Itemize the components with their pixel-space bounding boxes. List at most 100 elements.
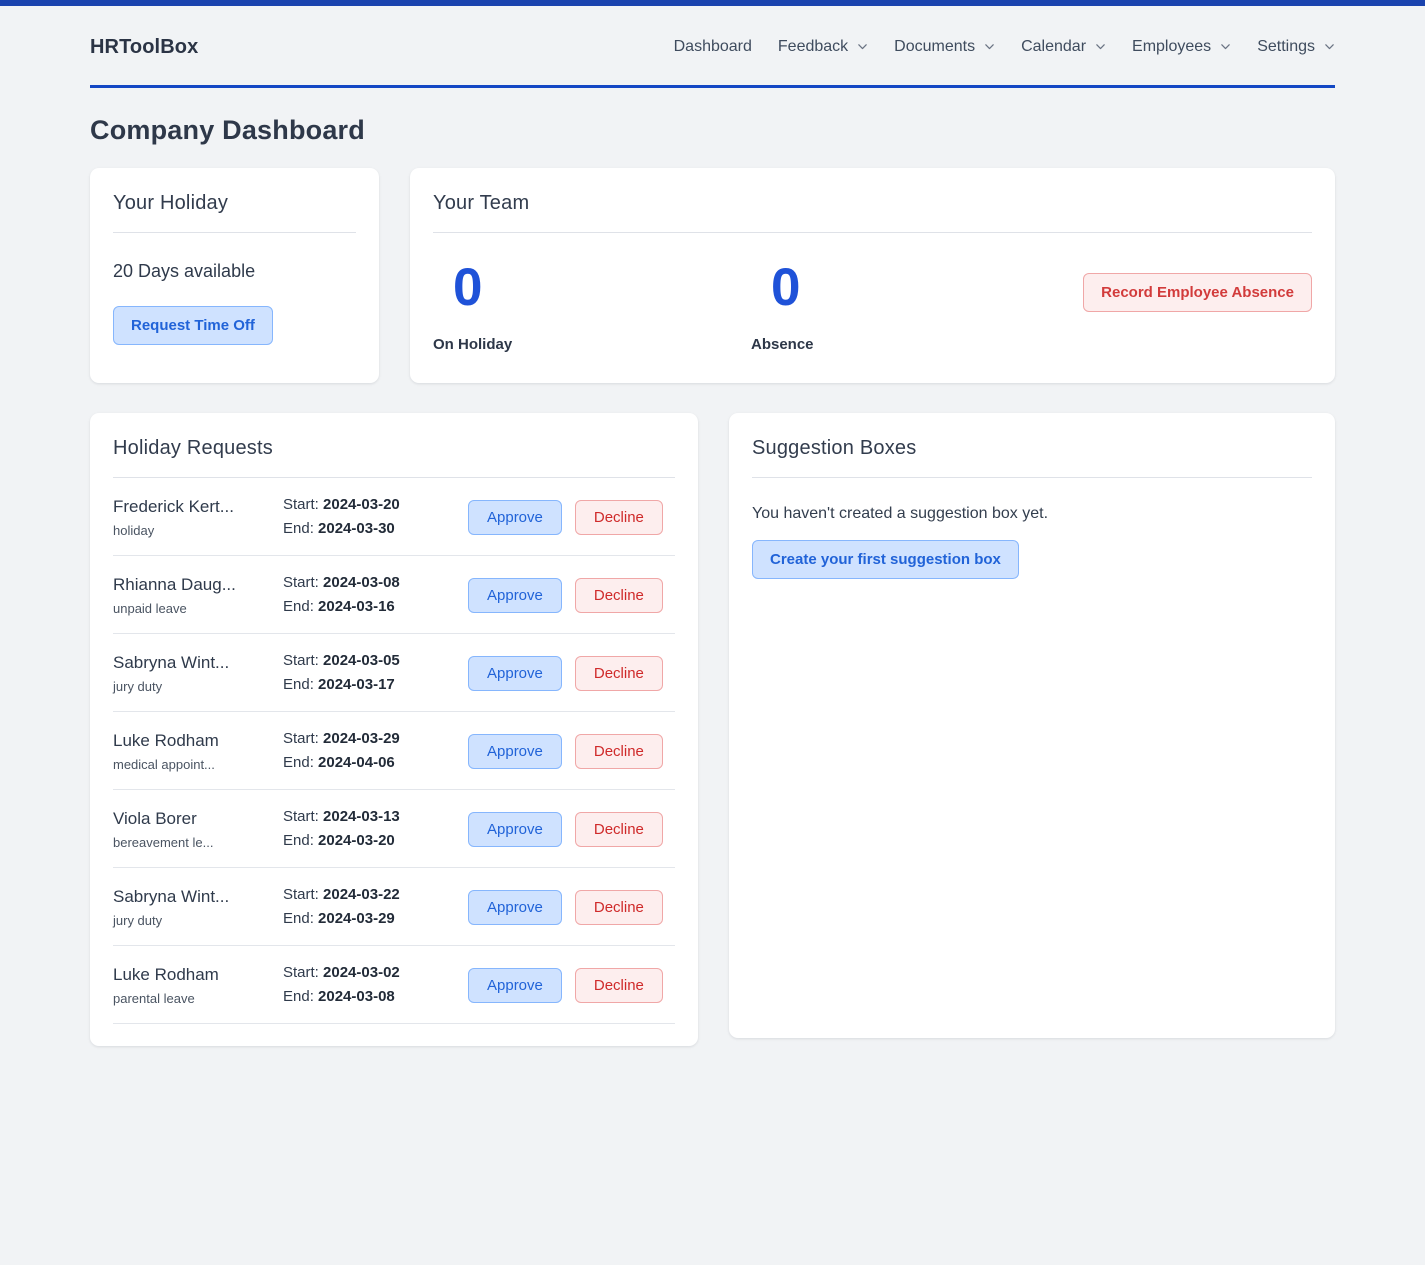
start-label: Start: bbox=[283, 730, 319, 747]
holiday-requests-card: Holiday Requests Frederick Kert... holida… bbox=[90, 413, 698, 1046]
start-value: 2024-03-13 bbox=[323, 808, 400, 825]
divider bbox=[433, 232, 1312, 233]
stat-absence-label: Absence bbox=[751, 336, 814, 353]
page-title: Company Dashboard bbox=[90, 115, 365, 145]
request-employee-name: Rhianna Daug... bbox=[113, 575, 236, 595]
request-leave-type: jury duty bbox=[113, 678, 163, 694]
request-employee-name: Sabryna Wint... bbox=[113, 653, 230, 673]
end-value: 2024-03-20 bbox=[318, 832, 395, 849]
request-actions: Approve Decline bbox=[468, 733, 663, 769]
start-value: 2024-03-20 bbox=[323, 496, 400, 513]
request-start-date: Start: 2024-03-22 bbox=[283, 883, 458, 907]
approve-button[interactable]: Approve bbox=[468, 499, 562, 535]
holiday-request-row: Frederick Kert... holiday Start: 2024-03-2… bbox=[113, 478, 675, 556]
request-person: Sabryna Wint... jury duty bbox=[113, 652, 283, 694]
request-end-date: End: 2024-03-16 bbox=[283, 595, 458, 619]
stat-absence-value: 0 bbox=[771, 258, 801, 317]
end-value: 2024-03-29 bbox=[318, 910, 395, 927]
chevron-down-icon bbox=[1220, 41, 1231, 52]
request-leave-type: parental leave bbox=[113, 990, 195, 1006]
request-actions: Approve Decline bbox=[468, 655, 663, 691]
start-value: 2024-03-02 bbox=[323, 964, 400, 981]
nav-item-dashboard[interactable]: Dashboard bbox=[674, 38, 752, 56]
start-value: 2024-03-08 bbox=[323, 574, 400, 591]
request-dates: Start: 2024-03-29 End: 2024-04-06 bbox=[283, 727, 458, 775]
your-team-card: Your Team 0 On Holiday 0 Absence Record … bbox=[410, 168, 1335, 383]
end-label: End: bbox=[283, 910, 314, 927]
request-employee-name: Luke Rodham bbox=[113, 731, 219, 751]
decline-button[interactable]: Decline bbox=[574, 499, 663, 535]
request-start-date: Start: 2024-03-05 bbox=[283, 649, 458, 673]
holiday-request-row: Rhianna Daug... unpaid leave Start: 2024-0… bbox=[113, 556, 675, 634]
approve-button[interactable]: Approve bbox=[468, 811, 562, 847]
request-dates: Start: 2024-03-02 End: 2024-03-08 bbox=[283, 961, 458, 1009]
chevron-down-icon bbox=[857, 41, 868, 52]
holiday-request-row: Luke Rodham medical appoint... Start: 2024… bbox=[113, 712, 675, 790]
nav-item-label: Calendar bbox=[1021, 38, 1087, 55]
request-actions: Approve Decline bbox=[468, 889, 663, 925]
end-label: End: bbox=[283, 520, 314, 537]
decline-button[interactable]: Decline bbox=[574, 889, 663, 925]
nav-item-label: Employees bbox=[1132, 38, 1212, 55]
request-time-off-button[interactable]: Request Time Off bbox=[113, 306, 273, 345]
request-leave-type: unpaid leave bbox=[113, 600, 187, 616]
request-leave-type: jury duty bbox=[113, 912, 163, 928]
start-label: Start: bbox=[283, 808, 319, 825]
decline-button[interactable]: Decline bbox=[574, 811, 663, 847]
create-suggestion-box-button[interactable]: Create your first suggestion box bbox=[752, 540, 1019, 579]
main-navigation: Dashboard Feedback Documents Calendar Employ… bbox=[674, 38, 1335, 56]
request-person: Frederick Kert... holiday bbox=[113, 496, 283, 538]
request-person: Luke Rodham medical appoint... bbox=[113, 730, 283, 772]
request-dates: Start: 2024-03-13 End: 2024-03-20 bbox=[283, 805, 458, 853]
request-person: Luke Rodham parental leave bbox=[113, 964, 283, 1006]
holiday-requests-title: Holiday Requests bbox=[113, 437, 273, 459]
nav-item-employees[interactable]: Employees bbox=[1132, 38, 1231, 56]
end-label: End: bbox=[283, 676, 314, 693]
request-actions: Approve Decline bbox=[468, 577, 663, 613]
stat-absence: 0 Absence bbox=[751, 261, 1069, 353]
brand-logo[interactable]: HRToolBox bbox=[90, 36, 198, 59]
request-person: Sabryna Wint... jury duty bbox=[113, 886, 283, 928]
record-employee-absence-button[interactable]: Record Employee Absence bbox=[1083, 273, 1312, 312]
suggestion-boxes-card: Suggestion Boxes You haven't created a s… bbox=[729, 413, 1335, 1038]
chevron-down-icon bbox=[1095, 41, 1106, 52]
approve-button[interactable]: Approve bbox=[468, 655, 562, 691]
request-start-date: Start: 2024-03-29 bbox=[283, 727, 458, 751]
nav-item-settings[interactable]: Settings bbox=[1257, 38, 1335, 56]
chevron-down-icon bbox=[1324, 41, 1335, 52]
decline-button[interactable]: Decline bbox=[574, 655, 663, 691]
end-label: End: bbox=[283, 598, 314, 615]
request-start-date: Start: 2024-03-13 bbox=[283, 805, 458, 829]
start-label: Start: bbox=[283, 652, 319, 669]
request-end-date: End: 2024-03-17 bbox=[283, 673, 458, 697]
end-value: 2024-03-30 bbox=[318, 520, 395, 537]
suggestion-boxes-title: Suggestion Boxes bbox=[752, 437, 917, 459]
approve-button[interactable]: Approve bbox=[468, 967, 562, 1003]
your-holiday-card: Your Holiday 20 Days available Request T… bbox=[90, 168, 379, 383]
your-team-title: Your Team bbox=[433, 192, 530, 214]
nav-item-documents[interactable]: Documents bbox=[894, 38, 995, 56]
days-available-text: 20 Days available bbox=[113, 261, 256, 281]
request-start-date: Start: 2024-03-20 bbox=[283, 493, 458, 517]
your-holiday-title: Your Holiday bbox=[113, 192, 229, 214]
suggestion-empty-text: You haven't created a suggestion box yet… bbox=[752, 505, 1049, 522]
nav-item-feedback[interactable]: Feedback bbox=[778, 38, 868, 56]
detail-row: Holiday Requests Frederick Kert... holida… bbox=[90, 413, 1335, 1046]
start-value: 2024-03-22 bbox=[323, 886, 400, 903]
holiday-request-row: Luke Rodham parental leave Start: 2024-03-… bbox=[113, 946, 675, 1024]
approve-button[interactable]: Approve bbox=[468, 889, 562, 925]
start-value: 2024-03-29 bbox=[323, 730, 400, 747]
site-header: HRToolBox Dashboard Feedback Documents Cale… bbox=[0, 6, 1425, 88]
end-label: End: bbox=[283, 988, 314, 1005]
approve-button[interactable]: Approve bbox=[468, 733, 562, 769]
request-employee-name: Viola Borer bbox=[113, 809, 197, 829]
request-start-date: Start: 2024-03-08 bbox=[283, 571, 458, 595]
team-action-wrap: Record Employee Absence bbox=[1083, 261, 1312, 312]
start-label: Start: bbox=[283, 496, 319, 513]
decline-button[interactable]: Decline bbox=[574, 577, 663, 613]
approve-button[interactable]: Approve bbox=[468, 577, 562, 613]
nav-item-calendar[interactable]: Calendar bbox=[1021, 38, 1106, 56]
decline-button[interactable]: Decline bbox=[574, 967, 663, 1003]
request-end-date: End: 2024-03-08 bbox=[283, 985, 458, 1009]
decline-button[interactable]: Decline bbox=[574, 733, 663, 769]
